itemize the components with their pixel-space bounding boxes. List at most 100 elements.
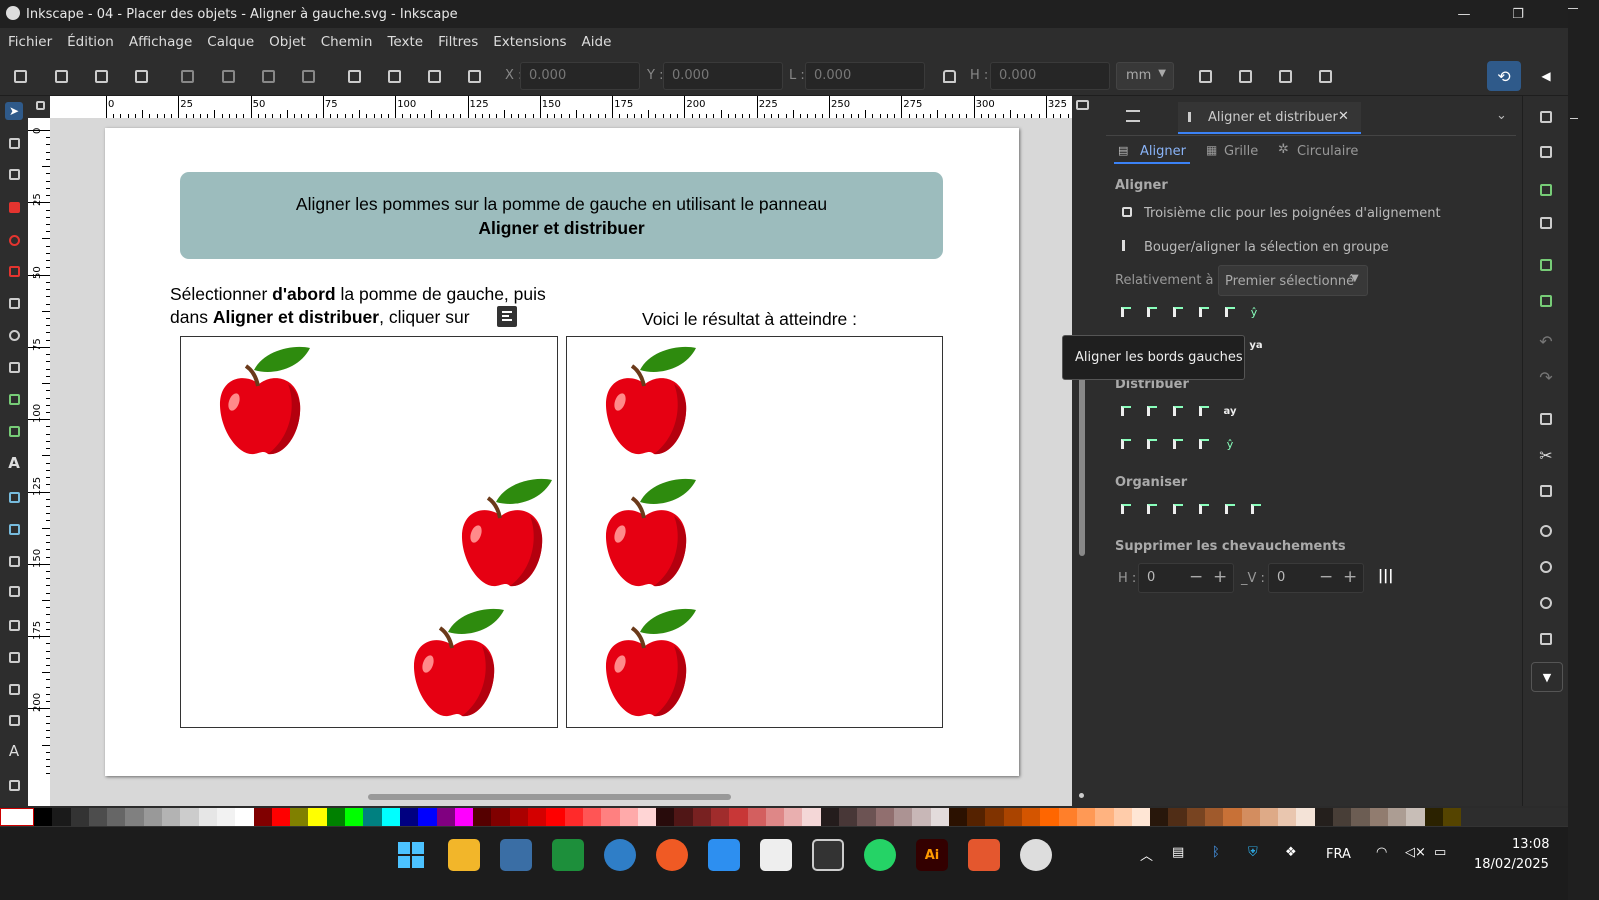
lower-icon[interactable] (423, 65, 445, 87)
color-swatch[interactable] (619, 808, 638, 826)
menu-texte[interactable]: Texte (387, 34, 423, 50)
exchange-positions-icon[interactable] (1170, 502, 1186, 516)
selector-tool-icon[interactable]: ➤ (5, 102, 23, 120)
ellipse-tool-icon[interactable] (5, 231, 23, 249)
zoom-page-icon[interactable] (1537, 594, 1555, 612)
undo-icon[interactable]: ↶ (1537, 332, 1555, 351)
star-tool-icon[interactable] (5, 262, 23, 280)
tweak-tool-icon[interactable] (5, 165, 23, 183)
h-gap-plus-icon[interactable]: + (1213, 567, 1227, 587)
mesh-tool-icon[interactable] (5, 520, 23, 538)
new-document-icon[interactable] (1537, 108, 1555, 126)
apple-right-2[interactable] (600, 476, 700, 591)
redo-icon[interactable]: ↷ (1537, 368, 1555, 387)
spreadsheet-icon[interactable] (552, 839, 584, 871)
color-swatch[interactable] (473, 808, 492, 826)
menu-fichier[interactable]: Fichier (8, 34, 52, 50)
more-commands-button[interactable]: ▼ (1531, 662, 1563, 692)
color-swatch[interactable] (1131, 808, 1151, 826)
menu-aide[interactable]: Aide (582, 34, 612, 50)
color-swatch[interactable] (198, 808, 217, 826)
color-swatch[interactable] (1076, 808, 1096, 826)
h-gap-spinbox[interactable]: 0 − + (1138, 563, 1234, 593)
volume-muted-icon[interactable]: ◁× (1405, 845, 1426, 860)
color-swatch[interactable] (710, 808, 730, 826)
color-swatch[interactable] (271, 808, 291, 826)
distribute-centers-h-icon[interactable] (1144, 404, 1160, 418)
distribute-baselines-h-icon[interactable]: ay (1222, 404, 1238, 418)
raise-to-top-icon[interactable] (343, 65, 365, 87)
color-swatch[interactable] (381, 808, 400, 826)
color-swatch[interactable] (1168, 808, 1187, 826)
clock-time[interactable]: 13:08 (1512, 837, 1549, 852)
scale-corners-icon[interactable] (1234, 65, 1256, 87)
eraser-tool-icon[interactable] (5, 680, 23, 698)
color-swatch[interactable] (1241, 808, 1260, 826)
randomize-positions-icon[interactable] (1118, 502, 1134, 516)
color-swatch[interactable] (985, 808, 1004, 826)
color-swatch[interactable] (1278, 808, 1297, 826)
minimize-icon[interactable] (1568, 8, 1578, 9)
select-all-layers-icon[interactable] (50, 65, 72, 87)
distribute-top-edges-icon[interactable] (1118, 437, 1134, 451)
color-swatch[interactable] (637, 808, 657, 826)
color-swatch[interactable] (34, 808, 53, 826)
distribute-right-edges-icon[interactable] (1170, 404, 1186, 418)
color-swatch[interactable] (784, 808, 803, 826)
color-swatch[interactable] (162, 808, 181, 826)
color-swatch[interactable] (70, 808, 89, 826)
firefox-icon[interactable] (656, 839, 688, 871)
open-folder-icon[interactable] (1537, 143, 1555, 161)
color-swatch[interactable] (1406, 808, 1425, 826)
screen-recorder-icon[interactable] (1020, 839, 1052, 871)
color-swatch[interactable] (674, 808, 693, 826)
color-swatch[interactable] (546, 808, 565, 826)
inkscape-taskbar-icon[interactable] (812, 839, 844, 871)
color-swatch[interactable] (1058, 808, 1077, 826)
bluetooth-icon[interactable]: ᛒ (1212, 845, 1220, 860)
menu-filtres[interactable]: Filtres (438, 34, 478, 50)
color-swatch[interactable] (930, 808, 949, 826)
horizontal-scroll-thumb[interactable] (368, 794, 731, 800)
windows-start-icon[interactable] (395, 839, 427, 871)
color-swatch[interactable] (582, 808, 602, 826)
dock-chevron-down-icon[interactable]: ⌄ (1496, 108, 1507, 123)
zoom-drawing-icon[interactable] (1537, 558, 1555, 576)
select-all-icon[interactable] (9, 65, 31, 87)
color-swatch[interactable] (88, 808, 108, 826)
paint-icon[interactable] (604, 839, 636, 871)
apple-right-1[interactable] (600, 344, 700, 459)
color-swatch[interactable] (1351, 808, 1370, 826)
group-move-option[interactable]: Bouger/aligner la sélection en groupe (1144, 240, 1389, 255)
color-swatch[interactable] (1259, 808, 1279, 826)
distribute-centers-v-icon[interactable] (1144, 437, 1160, 451)
group-move-icon[interactable] (1122, 240, 1132, 251)
deselect-icon[interactable] (130, 65, 152, 87)
color-swatch[interactable] (308, 808, 327, 826)
import-icon[interactable] (1537, 256, 1555, 274)
menu-edition[interactable]: Édition (67, 34, 114, 50)
dropper-tool-icon[interactable] (5, 552, 23, 570)
color-swatch[interactable] (491, 808, 510, 826)
y-input[interactable]: 0.000 (663, 62, 783, 90)
snap-toggle-icon[interactable]: ⟲ (1487, 61, 1521, 91)
distribute-bottom-edges-icon[interactable] (1170, 437, 1186, 451)
h-gap-minus-icon[interactable]: − (1189, 567, 1203, 587)
menu-calque[interactable]: Calque (207, 34, 254, 50)
tray-chevron-up-icon[interactable]: ︿ (1140, 845, 1153, 864)
subtab-circular[interactable]: Circulaire (1297, 144, 1358, 159)
color-swatch[interactable] (363, 808, 382, 826)
align-baseline-icon[interactable]: ŷ (1246, 305, 1262, 319)
apple-left-1[interactable] (214, 344, 314, 459)
connector-tool-icon[interactable] (5, 711, 23, 729)
align-right-edges-icon[interactable] (1196, 305, 1212, 319)
unit-select[interactable]: mm ▼ (1116, 62, 1174, 90)
color-swatch[interactable] (765, 808, 785, 826)
color-swatch[interactable] (418, 808, 437, 826)
spray-tool-icon[interactable] (5, 648, 23, 666)
distribute-baselines-v-icon[interactable]: ŷ (1222, 437, 1238, 451)
rotate-ccw-icon[interactable] (176, 65, 198, 87)
notepad-icon[interactable] (708, 839, 740, 871)
width-input[interactable]: 0.000 (805, 62, 925, 90)
menu-chemin[interactable]: Chemin (321, 34, 373, 50)
